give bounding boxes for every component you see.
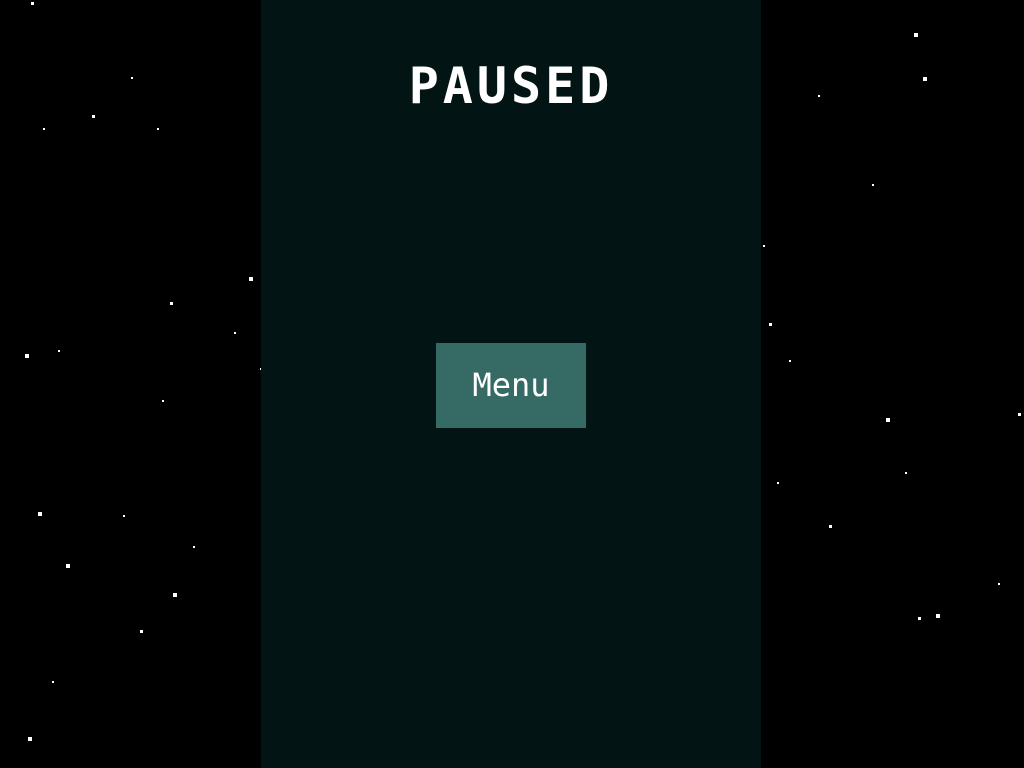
star xyxy=(886,418,890,422)
star xyxy=(923,77,927,81)
star xyxy=(998,583,1000,585)
game-screen: PAUSED Menu xyxy=(0,0,1024,768)
star xyxy=(140,630,143,633)
star xyxy=(818,95,820,97)
menu-button[interactable]: Menu xyxy=(436,343,586,428)
star xyxy=(905,472,907,474)
star xyxy=(193,546,195,548)
star xyxy=(28,737,32,741)
star xyxy=(249,277,253,281)
star xyxy=(43,128,45,130)
star xyxy=(123,515,125,517)
star xyxy=(918,617,921,620)
star xyxy=(66,564,70,568)
star xyxy=(25,354,29,358)
pause-overlay-panel: PAUSED Menu xyxy=(261,0,761,768)
star xyxy=(763,245,765,247)
pause-title: PAUSED xyxy=(408,57,614,115)
star xyxy=(157,128,159,130)
star xyxy=(162,400,164,402)
star xyxy=(38,512,42,516)
star xyxy=(52,681,54,683)
star xyxy=(769,323,772,326)
star xyxy=(829,525,832,528)
star xyxy=(777,482,779,484)
star xyxy=(173,593,177,597)
star xyxy=(1018,413,1021,416)
star xyxy=(170,302,173,305)
star xyxy=(914,33,918,37)
star xyxy=(92,115,95,118)
star xyxy=(58,350,60,352)
star xyxy=(936,614,940,618)
star xyxy=(234,332,236,334)
star xyxy=(31,2,34,5)
star xyxy=(131,77,133,79)
star xyxy=(872,184,874,186)
star xyxy=(789,360,791,362)
